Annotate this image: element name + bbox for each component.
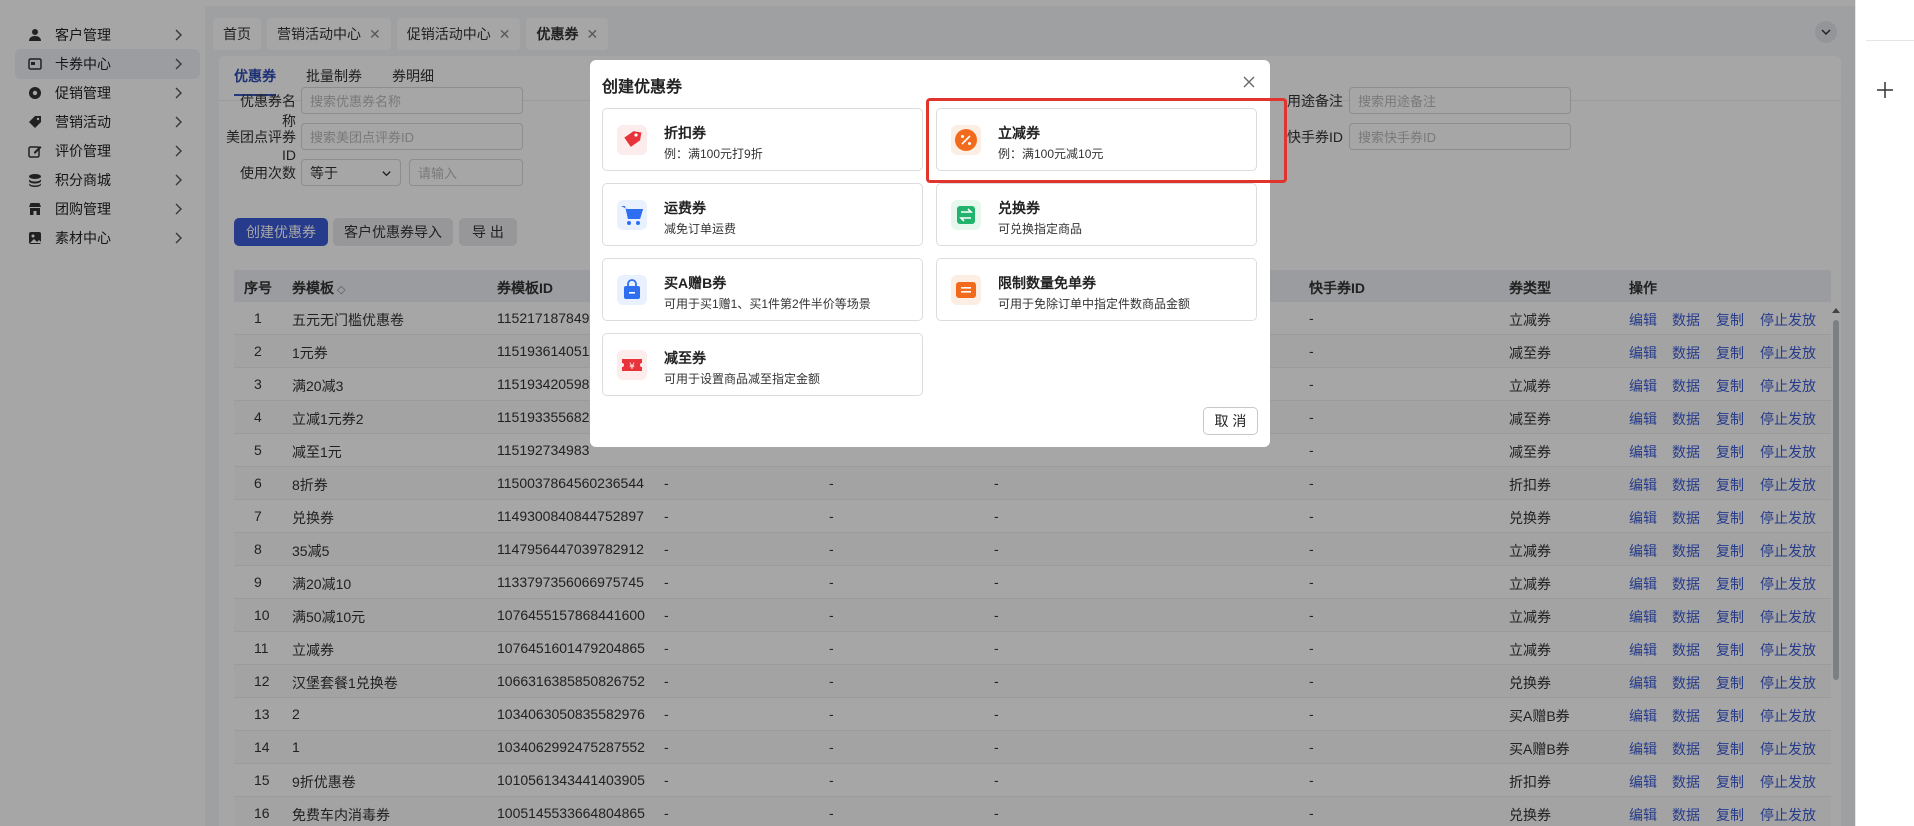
dialog-title: 创建优惠券: [602, 79, 683, 96]
exchange-icon: [951, 200, 981, 230]
option-buy-a-get-b-coupon[interactable]: 买A赠B券 可用于买1赠1、买1件第2件半价等场景: [602, 258, 923, 321]
cart-icon: [617, 200, 647, 230]
option-desc: 可用于买1赠1、买1件第2件半价等场景: [664, 297, 871, 311]
svg-text:¥: ¥: [629, 362, 635, 372]
discount-tag-icon: [617, 125, 647, 155]
option-reduce-to-coupon[interactable]: ¥ 减至券 可用于设置商品减至指定金额: [602, 333, 923, 396]
option-title: 兑换券: [998, 200, 1040, 216]
bag-icon: [617, 275, 647, 305]
option-desc: 可用于免除订单中指定件数商品金额: [998, 297, 1191, 311]
option-desc: 减免订单运费: [664, 222, 737, 236]
option-desc: 可用于设置商品减至指定金额: [664, 372, 821, 386]
option-desc: 例：满100元打9折: [664, 147, 763, 161]
right-panel: [1855, 0, 1914, 826]
option-title: 限制数量免单券: [998, 275, 1096, 291]
divider: [1866, 40, 1914, 41]
plus-icon[interactable]: [1876, 81, 1894, 99]
option-shipping-coupon[interactable]: 运费券 减免订单运费: [602, 183, 923, 246]
option-discount-coupon[interactable]: 折扣券 例：满100元打9折: [602, 108, 923, 171]
close-icon[interactable]: [1241, 74, 1257, 90]
option-desc: 可兑换指定商品: [998, 222, 1083, 236]
option-title: 折扣券: [664, 125, 706, 141]
yen-ticket-icon: ¥: [617, 350, 647, 380]
cancel-button[interactable]: 取 消: [1203, 407, 1258, 435]
ticket-icon: [951, 275, 981, 305]
option-exchange-coupon[interactable]: 兑换券 可兑换指定商品: [936, 183, 1257, 246]
option-title: 减至券: [664, 350, 706, 366]
option-title: 买A赠B券: [664, 275, 727, 291]
option-limited-free-coupon[interactable]: 限制数量免单券 可用于免除订单中指定件数商品金额: [936, 258, 1257, 321]
selection-highlight: [926, 98, 1287, 183]
option-title: 运费券: [664, 200, 706, 216]
